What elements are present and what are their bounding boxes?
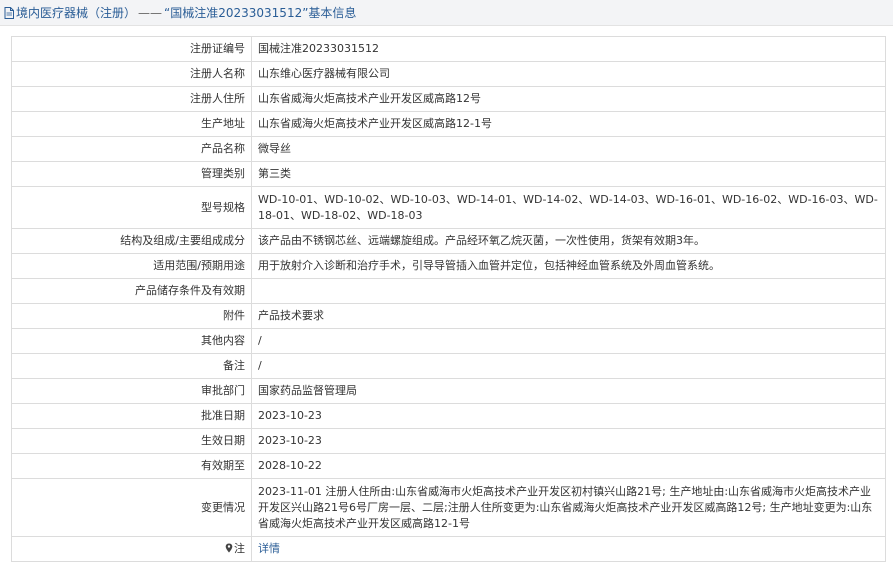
row-value: 第三类 [251, 161, 886, 187]
details-link[interactable]: 详情 [258, 542, 280, 555]
row-value: / [251, 353, 886, 379]
row-label: 产品名称 [11, 136, 252, 162]
table-row: 生产地址 山东省威海火炬高技术产业开发区威高路12-1号 [11, 111, 886, 137]
row-value: 产品技术要求 [251, 303, 886, 329]
row-label: 注 [11, 536, 252, 562]
table-row: 型号规格 WD-10-01、WD-10-02、WD-10-03、WD-14-01… [11, 186, 886, 229]
pin-icon [225, 543, 233, 553]
table-row: 批准日期 2023-10-23 [11, 403, 886, 429]
header-category-link[interactable]: 境内医疗器械（注册） [16, 4, 136, 21]
row-label: 变更情况 [11, 478, 252, 537]
row-label: 适用范围/预期用途 [11, 253, 252, 279]
row-label: 批准日期 [11, 403, 252, 429]
header-title: “国械注准20233031512”基本信息 [164, 6, 357, 20]
row-value: 山东省威海火炬高技术产业开发区威高路12号 [251, 86, 886, 112]
info-table: 注册证编号 国械注准20233031512 注册人名称 山东维心医疗器械有限公司… [11, 36, 886, 562]
table-row: 适用范围/预期用途 用于放射介入诊断和治疗手术，引导导管插入血管并定位，包括神经… [11, 253, 886, 279]
row-value: 2023-11-01 注册人住所由:山东省威海市火炬高技术产业开发区初村镇兴山路… [251, 478, 886, 537]
row-label: 注册人名称 [11, 61, 252, 87]
table-row: 有效期至 2028-10-22 [11, 453, 886, 479]
row-label: 注册人住所 [11, 86, 252, 112]
page-header: 境内医疗器械（注册） —— “国械注准20233031512”基本信息 [0, 0, 893, 26]
row-value: 2028-10-22 [251, 453, 886, 479]
row-label: 其他内容 [11, 328, 252, 354]
row-label: 附件 [11, 303, 252, 329]
table-row: 附件 产品技术要求 [11, 303, 886, 329]
table-row: 注册人住所 山东省威海火炬高技术产业开发区威高路12号 [11, 86, 886, 112]
row-label: 生产地址 [11, 111, 252, 137]
row-value [251, 278, 886, 304]
row-value: 山东维心医疗器械有限公司 [251, 61, 886, 87]
table-row: 生效日期 2023-10-23 [11, 428, 886, 454]
row-value: 国家药品监督管理局 [251, 378, 886, 404]
row-label: 产品储存条件及有效期 [11, 278, 252, 304]
row-value: 2023-10-23 [251, 428, 886, 454]
table-row: 产品储存条件及有效期 [11, 278, 886, 304]
table-row: 注册证编号 国械注准20233031512 [11, 36, 886, 62]
table-row: 产品名称 微导丝 [11, 136, 886, 162]
row-value: 微导丝 [251, 136, 886, 162]
table-row: 变更情况 2023-11-01 注册人住所由:山东省威海市火炬高技术产业开发区初… [11, 478, 886, 537]
row-label: 备注 [11, 353, 252, 379]
table-row: 备注 / [11, 353, 886, 379]
row-label: 管理类别 [11, 161, 252, 187]
table-row: 审批部门 国家药品监督管理局 [11, 378, 886, 404]
table-row: 结构及组成/主要组成成分 该产品由不锈钢芯丝、远端螺旋组成。产品经环氧乙烷灭菌，… [11, 228, 886, 254]
note-label: 注 [234, 542, 245, 555]
row-value: WD-10-01、WD-10-02、WD-10-03、WD-14-01、WD-1… [251, 186, 886, 229]
table-row: 其他内容 / [11, 328, 886, 354]
table-row: 注册人名称 山东维心医疗器械有限公司 [11, 61, 886, 87]
row-label: 注册证编号 [11, 36, 252, 62]
row-label: 有效期至 [11, 453, 252, 479]
row-label: 生效日期 [11, 428, 252, 454]
row-label: 审批部门 [11, 378, 252, 404]
row-label: 型号规格 [11, 186, 252, 229]
row-value: 2023-10-23 [251, 403, 886, 429]
row-value: / [251, 328, 886, 354]
row-value: 该产品由不锈钢芯丝、远端螺旋组成。产品经环氧乙烷灭菌，一次性使用，货架有效期3年… [251, 228, 886, 254]
table-row: 注 详情 [11, 536, 886, 562]
row-value: 用于放射介入诊断和治疗手术，引导导管插入血管并定位，包括神经血管系统及外周血管系… [251, 253, 886, 279]
row-label: 结构及组成/主要组成成分 [11, 228, 252, 254]
document-icon [4, 6, 14, 19]
row-value: 详情 [251, 536, 886, 562]
header-separator: —— [138, 5, 163, 20]
row-value: 山东省威海火炬高技术产业开发区威高路12-1号 [251, 111, 886, 137]
row-value: 国械注准20233031512 [251, 36, 886, 62]
table-row: 管理类别 第三类 [11, 161, 886, 187]
